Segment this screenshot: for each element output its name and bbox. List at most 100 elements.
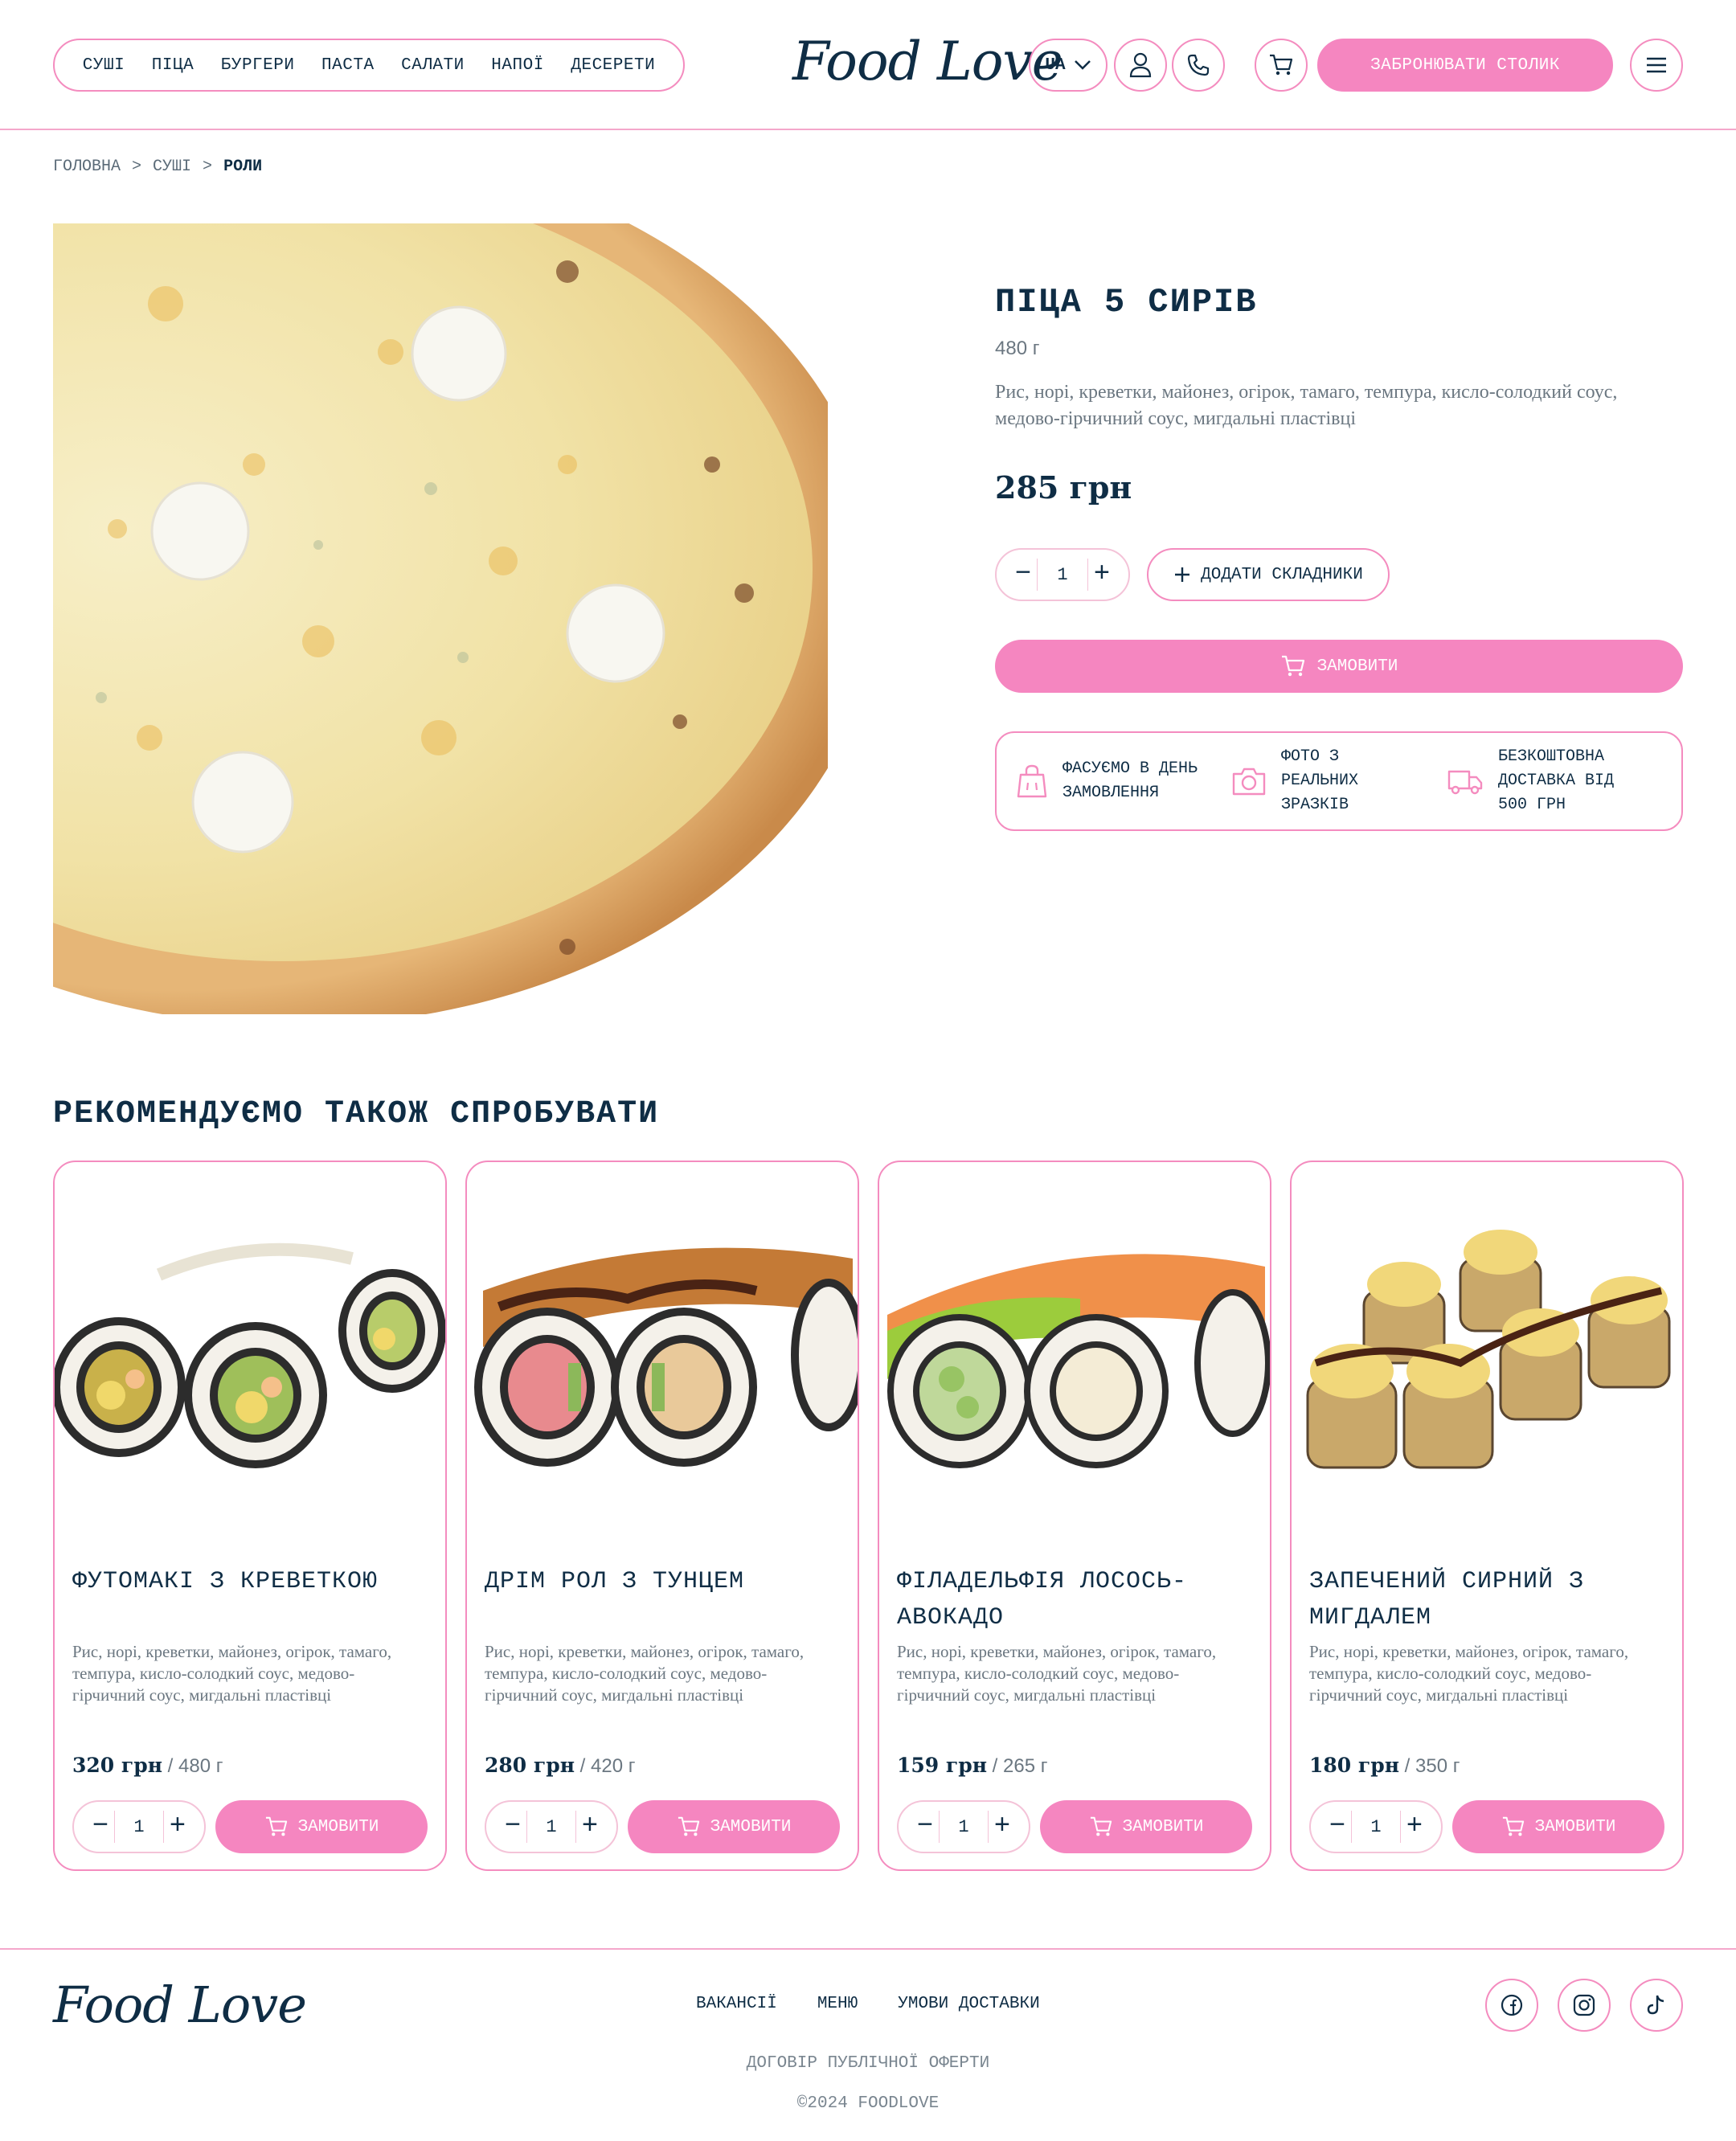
- product-card-description: Рис, норі, креветки, майонез, огірок, та…: [1309, 1642, 1629, 1705]
- breadcrumb-home[interactable]: ГОЛОВНА: [53, 158, 121, 176]
- decrease-button[interactable]: −: [499, 1813, 526, 1840]
- site-logo[interactable]: Food Love: [792, 31, 1063, 92]
- cart-icon: [1270, 54, 1293, 76]
- footer-logo[interactable]: Food Love: [53, 1975, 307, 2034]
- product-card-description: Рис, норі, креветки, майонез, огірок, та…: [897, 1642, 1217, 1705]
- quantity-stepper: − 1 +: [72, 1800, 206, 1853]
- hamburger-icon: [1647, 57, 1666, 73]
- book-table-button[interactable]: ЗАБРОНЮВАТИ СТОЛИК: [1317, 39, 1613, 92]
- product-card-title[interactable]: ФІЛАДЕЛЬФІЯ ЛОСОСЬ-АВОКАДО: [897, 1564, 1251, 1636]
- decrease-button[interactable]: −: [1324, 1813, 1351, 1840]
- nav-item-drinks[interactable]: НАПОЇ: [491, 56, 544, 75]
- user-icon: [1129, 52, 1152, 78]
- nav-item-sushi[interactable]: СУШІ: [83, 56, 125, 75]
- order-button[interactable]: ЗАМОВИТИ: [1452, 1800, 1664, 1853]
- increase-button[interactable]: +: [576, 1813, 604, 1840]
- instagram-button[interactable]: [1558, 1979, 1611, 2032]
- add-ingredients-button[interactable]: ДОДАТИ СКЛАДНИКИ: [1147, 548, 1390, 601]
- product-card-image: [467, 1178, 858, 1492]
- nav-item-pasta[interactable]: ПАСТА: [321, 56, 375, 75]
- copyright: ©2024 FOODLOVE: [796, 2094, 940, 2113]
- quantity-value[interactable]: 1: [939, 1811, 989, 1843]
- product-card[interactable]: ДРІМ РОЛ З ТУНЦЕМ Рис, норі, креветки, м…: [465, 1161, 859, 1871]
- public-offer-link[interactable]: ДОГОВІР ПУБЛІЧНОЇ ОФЕРТИ: [0, 2054, 1736, 2073]
- product-description: Рис, норі, креветки, майонез, огірок, та…: [995, 382, 1618, 429]
- increase-button[interactable]: +: [1401, 1813, 1428, 1840]
- increase-button[interactable]: +: [989, 1813, 1016, 1840]
- footer-link-delivery[interactable]: УМОВИ ДОСТАВКИ: [898, 1995, 1039, 2013]
- menu-button[interactable]: [1630, 39, 1683, 92]
- product-card[interactable]: ЗАПЕЧЕНИЙ СИРНИЙ З МИГДАЛЕМ Рис, норі, к…: [1290, 1161, 1684, 1871]
- camera-icon: [1232, 768, 1266, 796]
- product-card-image: [879, 1178, 1270, 1492]
- order-label: ЗАМОВИТИ: [297, 1817, 379, 1836]
- facebook-button[interactable]: [1485, 1979, 1538, 2032]
- price-value: 180 грн: [1309, 1754, 1399, 1777]
- category-nav: СУШІ ПІЦА БУРГЕРИ ПАСТА САЛАТИ НАПОЇ ДЕС…: [53, 39, 685, 92]
- quantity-value[interactable]: 1: [526, 1811, 576, 1843]
- phone-button[interactable]: [1172, 39, 1225, 92]
- footer-nav: ВАКАНСІЇ МЕНЮ УМОВИ ДОСТАВКИ: [696, 1995, 1040, 2013]
- product-weight: 480 г: [995, 338, 1040, 359]
- product-card[interactable]: ФУТОМАКІ З КРЕВЕТКОЮ Рис, норі, креветки…: [53, 1161, 447, 1871]
- order-button[interactable]: ЗАМОВИТИ: [1040, 1800, 1252, 1853]
- weight-value: / 480 г: [167, 1755, 223, 1777]
- cart-icon: [1090, 1816, 1112, 1836]
- recommend-title: РЕКОМЕНДУЄМО ТАКОЖ СПРОБУВАТИ: [53, 1096, 660, 1132]
- product-card-description: Рис, норі, креветки, майонез, огірок, та…: [485, 1642, 805, 1705]
- breadcrumb: ГОЛОВНА > СУШІ > РОЛИ: [53, 158, 262, 176]
- footer-link-vacancies[interactable]: ВАКАНСІЇ: [696, 1995, 777, 2013]
- quantity-stepper: − 1 +: [995, 548, 1130, 601]
- quantity-value[interactable]: 1: [114, 1811, 164, 1843]
- product-card[interactable]: ФІЛАДЕЛЬФІЯ ЛОСОСЬ-АВОКАДО Рис, норі, кр…: [878, 1161, 1271, 1871]
- order-label: ЗАМОВИТИ: [1316, 657, 1398, 676]
- site-footer: Food Love ВАКАНСІЇ МЕНЮ УМОВИ ДОСТАВКИ Д…: [0, 1948, 1736, 2141]
- nav-item-burgers[interactable]: БУРГЕРИ: [221, 56, 295, 75]
- order-button[interactable]: ЗАМОВИТИ: [215, 1800, 428, 1853]
- product-card-title[interactable]: ДРІМ РОЛ З ТУНЦЕМ: [485, 1564, 838, 1600]
- product-card-title[interactable]: ЗАПЕЧЕНИЙ СИРНИЙ З МИГДАЛЕМ: [1309, 1564, 1663, 1636]
- order-label: ЗАМОВИТИ: [1122, 1817, 1204, 1836]
- product-card-title[interactable]: ФУТОМАКІ З КРЕВЕТКОЮ: [72, 1564, 426, 1600]
- nav-item-salads[interactable]: САЛАТИ: [401, 56, 465, 75]
- feature-photos-text: ФОТО З РЕАЛЬНИХ ЗРАЗКІВ: [1281, 747, 1359, 814]
- increase-button[interactable]: +: [164, 1813, 191, 1840]
- cart-icon: [1502, 1816, 1524, 1836]
- quantity-value[interactable]: 1: [1351, 1811, 1401, 1843]
- feature-packing-text: ФАСУЄМО В ДЕНЬ ЗАМОВЛЕННЯ: [1062, 759, 1198, 802]
- order-button[interactable]: ЗАМОВИТИ: [995, 640, 1683, 693]
- truck-icon: [1447, 770, 1483, 795]
- quantity-stepper: − 1 +: [897, 1800, 1030, 1853]
- order-label: ЗАМОВИТИ: [710, 1817, 792, 1836]
- increase-button[interactable]: +: [1088, 561, 1116, 588]
- tiktok-button[interactable]: [1630, 1979, 1683, 2032]
- cart-button[interactable]: [1255, 39, 1308, 92]
- quantity-stepper: − 1 +: [1309, 1800, 1443, 1853]
- nav-item-desserts[interactable]: ДЕСЕРЕТИ: [571, 56, 655, 75]
- breadcrumb-current: РОЛИ: [223, 158, 263, 176]
- weight-value: / 350 г: [1404, 1755, 1460, 1777]
- order-button[interactable]: ЗАМОВИТИ: [628, 1800, 840, 1853]
- decrease-button[interactable]: −: [911, 1813, 939, 1840]
- quantity-value[interactable]: 1: [1037, 559, 1088, 591]
- price-value: 280 грн: [485, 1754, 575, 1777]
- weight-value: / 420 г: [579, 1755, 636, 1777]
- site-header: СУШІ ПІЦА БУРГЕРИ ПАСТА САЛАТИ НАПОЇ ДЕС…: [0, 0, 1736, 130]
- breadcrumb-separator: >: [132, 158, 142, 176]
- decrease-button[interactable]: −: [1009, 561, 1037, 588]
- nav-item-pizza[interactable]: ПІЦА: [152, 56, 194, 75]
- quantity-stepper: − 1 +: [485, 1800, 618, 1853]
- breadcrumb-separator: >: [203, 158, 213, 176]
- tiktok-icon: [1647, 1995, 1664, 2015]
- bag-icon: [1017, 764, 1047, 798]
- account-button[interactable]: [1114, 39, 1167, 92]
- features-panel: ФАСУЄМО В ДЕНЬ ЗАМОВЛЕННЯ ФОТО З РЕАЛЬНИ…: [995, 731, 1683, 831]
- breadcrumb-sushi[interactable]: СУШІ: [153, 158, 191, 176]
- footer-link-menu[interactable]: МЕНЮ: [817, 1995, 858, 2013]
- cart-icon: [1281, 655, 1304, 677]
- product-title: ПІЦА 5 СИРІВ: [995, 283, 1258, 321]
- product-card-price: 180 грн / 350 г: [1309, 1754, 1460, 1778]
- decrease-button[interactable]: −: [87, 1813, 114, 1840]
- language-select[interactable]: UA: [1029, 39, 1108, 92]
- product-image: [53, 223, 828, 1014]
